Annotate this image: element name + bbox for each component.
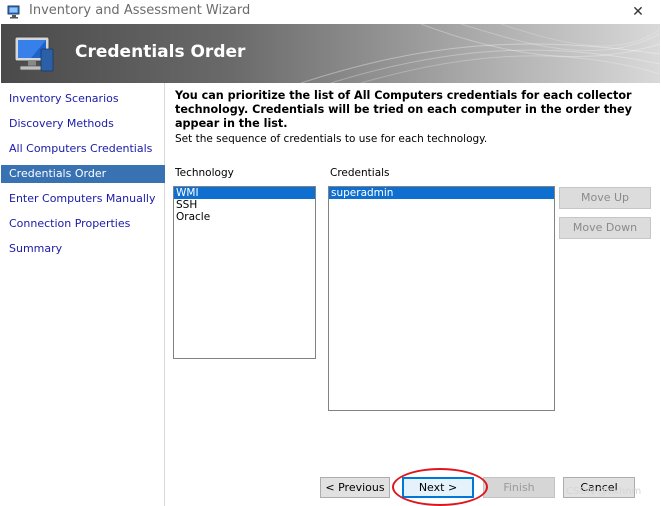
intro-text: You can prioritize the list of All Compu… bbox=[175, 89, 632, 130]
technology-item-wmi[interactable]: WMI bbox=[174, 187, 315, 199]
technology-item-oracle[interactable]: Oracle bbox=[174, 211, 315, 223]
nav-item-all-computers-credentials[interactable]: All Computers Credentials bbox=[1, 140, 165, 158]
move-up-button[interactable]: Move Up bbox=[559, 187, 651, 209]
wizard-step-nav: Inventory Scenarios Discovery Methods Al… bbox=[1, 83, 165, 506]
watermark-text: CSDN @zxhnm bbox=[566, 486, 642, 497]
move-down-button[interactable]: Move Down bbox=[559, 217, 651, 239]
technology-item-ssh[interactable]: SSH bbox=[174, 199, 315, 211]
technology-label: Technology bbox=[175, 167, 234, 179]
computer-monitor-icon bbox=[14, 36, 54, 72]
wizard-app-icon bbox=[7, 5, 20, 19]
credentials-label: Credentials bbox=[330, 167, 390, 179]
credentials-listbox[interactable]: superadmin bbox=[328, 186, 555, 411]
nav-item-inventory-scenarios[interactable]: Inventory Scenarios bbox=[1, 90, 165, 108]
credentials-item-superadmin[interactable]: superadmin bbox=[329, 187, 554, 199]
title-bar: Inventory and Assessment Wizard ✕ bbox=[0, 0, 661, 24]
wizard-banner: Credentials Order bbox=[1, 24, 660, 83]
finish-button[interactable]: Finish bbox=[483, 477, 555, 498]
nav-item-discovery-methods[interactable]: Discovery Methods bbox=[1, 115, 165, 133]
nav-item-credentials-order[interactable]: Credentials Order bbox=[1, 165, 165, 183]
window-title: Inventory and Assessment Wizard bbox=[29, 3, 251, 18]
page-title: Credentials Order bbox=[75, 42, 246, 62]
main-content: You can prioritize the list of All Compu… bbox=[165, 83, 660, 506]
nav-item-enter-computers-manually[interactable]: Enter Computers Manually bbox=[1, 190, 165, 208]
technology-listbox[interactable]: WMI SSH Oracle bbox=[173, 186, 316, 359]
nav-item-connection-properties[interactable]: Connection Properties bbox=[1, 215, 165, 233]
next-button[interactable]: Next > bbox=[402, 477, 474, 498]
previous-button[interactable]: < Previous bbox=[320, 477, 390, 498]
instruction-text: Set the sequence of credentials to use f… bbox=[175, 133, 488, 145]
close-icon[interactable]: ✕ bbox=[615, 0, 661, 24]
nav-item-summary[interactable]: Summary bbox=[1, 240, 165, 258]
